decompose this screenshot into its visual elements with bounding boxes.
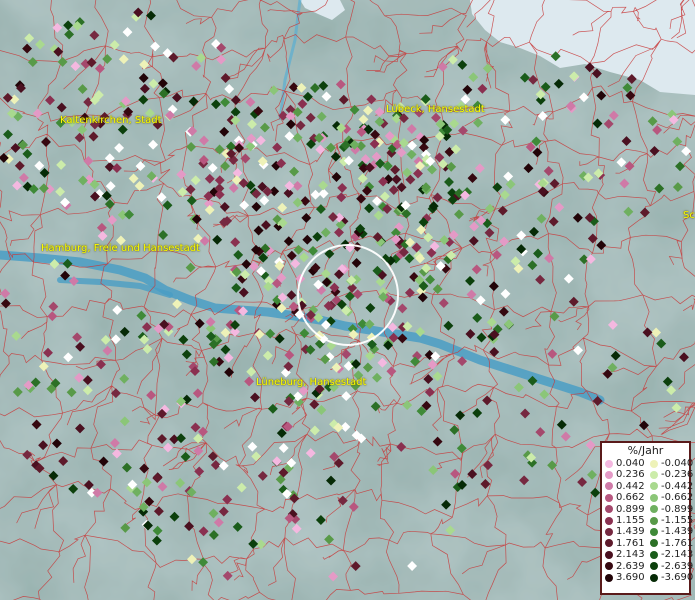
legend-value: 2.143 <box>616 549 645 561</box>
legend-swatch <box>605 505 613 514</box>
legend-value: -0.662 <box>661 492 694 504</box>
legend-value: -1.439 <box>661 526 694 538</box>
legend-value: -1.761 <box>661 537 694 549</box>
legend-swatch <box>650 505 658 514</box>
legend-entry-uplift: 0.899 <box>602 504 647 515</box>
legend-entry-subsidence: -0.662 <box>647 492 694 504</box>
legend-swatch <box>650 550 658 559</box>
legend-entry-subsidence: -0.899 <box>647 503 694 515</box>
legend-entry-uplift: 0.236 <box>602 469 647 480</box>
legend-entry-subsidence: -3.690 <box>647 571 694 583</box>
legend-value: -2.639 <box>661 560 694 572</box>
legend-swatch <box>605 539 613 548</box>
legend-row: 0.662 -0.662 <box>602 492 694 504</box>
legend-value: 2.639 <box>616 560 645 572</box>
legend-value: 1.439 <box>616 526 645 538</box>
legend-value: 0.662 <box>616 492 645 504</box>
legend-value: -2.143 <box>661 549 694 561</box>
legend-entry-uplift: 2.143 <box>602 549 647 560</box>
legend-value: -0.040 <box>661 458 694 469</box>
legend-value: 1.761 <box>616 537 645 549</box>
legend-entry-uplift: 0.040 <box>602 458 647 469</box>
legend-swatch <box>650 516 658 525</box>
legend-entry-uplift: 1.439 <box>602 526 647 537</box>
legend-value: 0.040 <box>616 458 645 469</box>
legend-swatch <box>605 459 613 468</box>
legend-swatch <box>650 459 658 468</box>
legend-row: 1.761 -1.761 <box>602 537 694 549</box>
city-label-luebeck: Lübeck, Hansestadt <box>386 104 485 115</box>
legend-row: 3.690 -3.690 <box>602 571 694 583</box>
legend-row: 0.899 -0.899 <box>602 503 694 515</box>
legend-swatch <box>605 516 613 525</box>
legend-value: 1.155 <box>616 514 645 526</box>
legend-swatch <box>605 573 613 582</box>
legend-swatch <box>605 482 613 491</box>
legend-value: -3.690 <box>661 571 694 583</box>
legend-entry-uplift: 2.639 <box>602 561 647 572</box>
legend-entry-uplift: 0.662 <box>602 492 647 503</box>
legend-entry-uplift: 1.155 <box>602 515 647 526</box>
legend-value: 0.442 <box>616 480 645 492</box>
legend-entry-uplift: 3.690 <box>602 572 647 583</box>
legend-title: %/Jahr <box>627 444 664 457</box>
legend-row: 0.040 -0.040 <box>602 458 694 469</box>
legend-value: -1.155 <box>661 514 694 526</box>
legend-entry-subsidence: -0.442 <box>647 480 694 492</box>
legend-swatch <box>605 493 613 502</box>
legend-row: 1.439 -1.439 <box>602 526 694 538</box>
legend-swatch <box>650 471 658 480</box>
legend-entry-subsidence: -2.639 <box>647 560 694 572</box>
legend-swatch <box>650 539 658 548</box>
legend-swatch <box>650 493 658 502</box>
legend-value: 0.236 <box>616 469 645 481</box>
legend-entry-uplift: 0.442 <box>602 481 647 492</box>
city-label-hamburg: Hamburg, Freie und Hansestadt <box>41 243 200 254</box>
legend-row: 2.143 -2.143 <box>602 549 694 561</box>
legend-entry-uplift: 1.761 <box>602 538 647 549</box>
legend-swatch <box>605 550 613 559</box>
legend-swatch <box>650 528 658 537</box>
city-label-partial: Sc <box>683 210 695 221</box>
legend-entry-subsidence: -1.761 <box>647 537 694 549</box>
legend-entry-subsidence: -0.236 <box>647 469 694 481</box>
legend-row: 0.236 -0.236 <box>602 469 694 481</box>
legend-entry-subsidence: -2.143 <box>647 549 694 561</box>
legend-entry-subsidence: -1.439 <box>647 526 694 538</box>
legend-value: -0.899 <box>661 503 694 515</box>
legend-value: -0.236 <box>661 469 694 481</box>
legend-swatch <box>605 528 613 537</box>
legend-row: 1.155 -1.155 <box>602 514 694 526</box>
legend-swatch <box>650 562 658 571</box>
map-canvas[interactable] <box>0 0 695 600</box>
legend: %/Jahr 0.040 -0.040 0.236 -0.236 0.442 -0.442… <box>600 441 694 595</box>
legend-row: 2.639 -2.639 <box>602 560 694 572</box>
city-label-kaltenkirchen: Kaltenkirchen, Stadt <box>60 115 162 126</box>
legend-value: 3.690 <box>616 571 645 583</box>
legend-swatch <box>605 562 613 571</box>
legend-value: 0.899 <box>616 503 645 515</box>
legend-swatch <box>650 573 658 582</box>
legend-entry-subsidence: -1.155 <box>647 514 694 526</box>
legend-swatch <box>605 471 613 480</box>
legend-rows: 0.040 -0.040 0.236 -0.236 0.442 -0.442 0.662 -0… <box>602 458 694 583</box>
city-label-lueneburg: Lüneburg, Hansestadt <box>256 377 367 388</box>
legend-value: -0.442 <box>661 480 694 492</box>
legend-swatch <box>650 482 658 491</box>
legend-row: 0.442 -0.442 <box>602 480 694 492</box>
legend-entry-subsidence: -0.040 <box>647 458 694 469</box>
